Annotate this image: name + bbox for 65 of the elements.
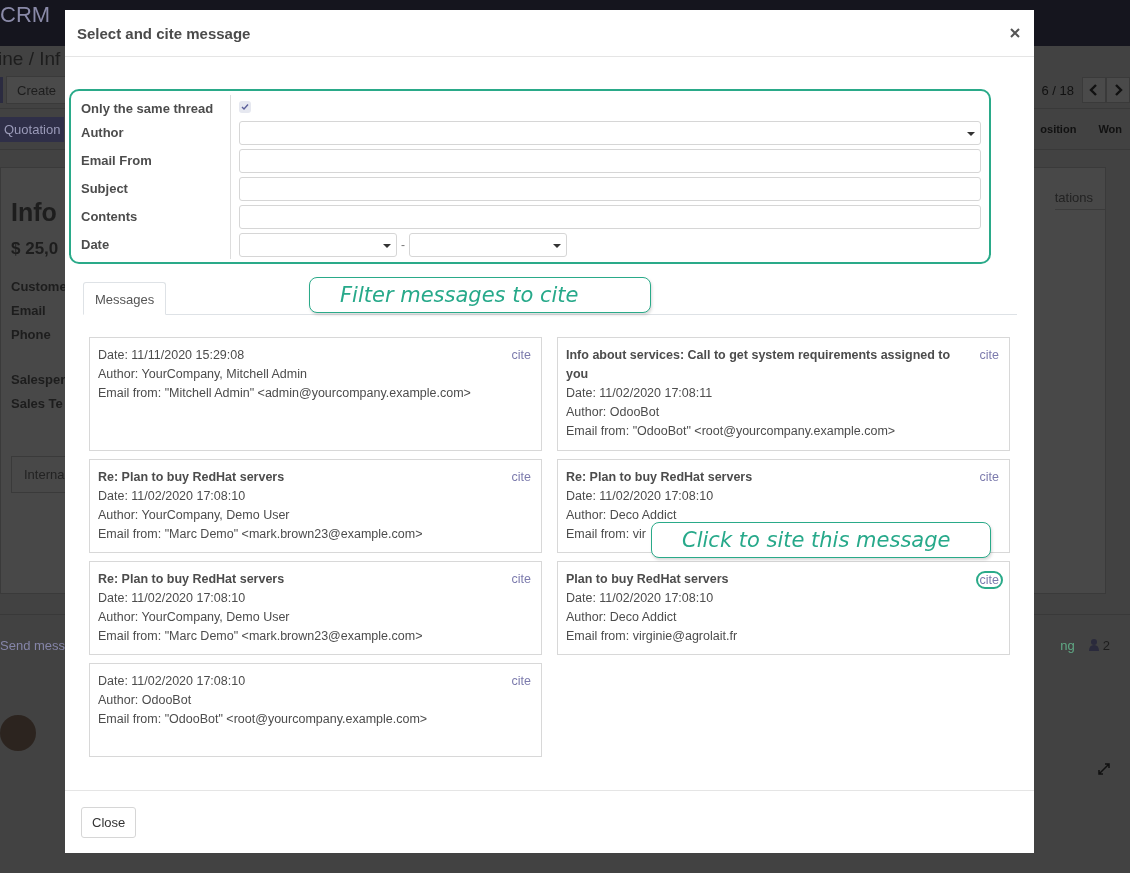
filter-label: Contents [81, 203, 231, 231]
message-email: Email from: "Marc Demo" <mark.brown23@example.com> [98, 628, 423, 645]
callout: Click to site this message [651, 522, 991, 558]
avatar-circle [0, 715, 36, 751]
message-author: Author: YourCompany, Demo User [98, 507, 290, 524]
message-email: Email from: "OdooBot" <root@yourcompany.example.com> [566, 423, 896, 440]
message-date: Date: 11/02/2020 17:08:10 [98, 590, 246, 607]
message-subject: Re: Plan to buy RedHat servers [98, 571, 286, 588]
close-button[interactable]: Close [81, 806, 137, 838]
message-date: Date: 11/02/2020 17:08:11 [566, 385, 713, 402]
input-field[interactable] [239, 205, 981, 229]
close-button[interactable] [1008, 26, 1022, 40]
message-date: Date: 11/02/2020 17:08:10 [566, 590, 714, 607]
range-separator: - [401, 238, 405, 252]
message-subject: Re: Plan to buy RedHat servers [566, 469, 753, 486]
cite-link[interactable]: cite [509, 672, 533, 691]
message-email: Email from: "OdooBot" <root@yourcompany.example.com> [98, 711, 428, 728]
message-date: Date: 11/11/2020 15:29:08 [98, 347, 245, 364]
message-date: Date: 11/02/2020 17:08:10 [98, 488, 246, 505]
checkbox[interactable] [239, 101, 251, 113]
message-author: Author: OdooBot [98, 692, 192, 709]
message-author: Author: YourCompany, Demo User [98, 609, 290, 626]
chevron-right-icon [1113, 84, 1123, 96]
filter-label: Email From [81, 147, 231, 175]
cite-link[interactable]: cite [509, 570, 533, 589]
message-author: Author: Deco Addict [566, 507, 677, 524]
message-email: Email from: vir [566, 526, 646, 543]
app-name[interactable]: CRM [0, 0, 51, 30]
callout: Filter messages to cite [309, 277, 651, 313]
person-icon [1088, 639, 1099, 651]
cite-link[interactable]: cite [509, 468, 533, 487]
close-icon [1010, 28, 1020, 38]
filter-label: Date [81, 231, 231, 259]
quotation-button[interactable]: Quotation [0, 116, 65, 142]
send-message-link[interactable]: Send mess [0, 637, 66, 653]
filter-label: Only the same thread [81, 95, 231, 119]
cite-link[interactable]: cite [977, 573, 1001, 587]
date-from-select[interactable] [239, 233, 397, 257]
messages-tab[interactable]: Messages [83, 282, 167, 315]
message-email: Email from: virginie@agrolait.fr [566, 628, 738, 645]
cite-link[interactable]: cite [977, 346, 1001, 365]
filter-label: Subject [81, 175, 231, 203]
message-author: Author: OdooBot [566, 404, 660, 421]
message-date: Date: 11/02/2020 17:08:10 [98, 673, 246, 690]
input-field[interactable] [239, 177, 981, 201]
message-subject: Re: Plan to buy RedHat servers [98, 469, 286, 486]
message-date: Date: 11/02/2020 17:08:10 [566, 488, 714, 505]
expand-icon[interactable] [1098, 763, 1110, 775]
next-button[interactable] [1106, 77, 1130, 103]
message-email: Email from: "Mitchell Admin" <admin@yourcompany.example.com> [98, 385, 471, 402]
date-to-select[interactable] [409, 233, 567, 257]
cite-link[interactable]: cite [977, 468, 1001, 487]
dialog-title: Select and cite message [77, 24, 251, 42]
input-field[interactable] [239, 149, 981, 173]
chevron-left-icon [1089, 84, 1099, 96]
message-author: Author: YourCompany, Mitchell Admin [98, 366, 307, 383]
following-link[interactable]: ng [1060, 637, 1075, 653]
message-subject: Info about services: Call to get system requirements assigned to you [566, 347, 952, 383]
filter-label: Author [81, 119, 231, 147]
previous-button[interactable] [1082, 77, 1106, 103]
author-select[interactable] [239, 121, 981, 145]
message-subject: Plan to buy RedHat servers [566, 571, 730, 588]
message-email: Email from: "Marc Demo" <mark.brown23@example.com> [98, 526, 423, 543]
message-author: Author: Deco Addict [566, 609, 677, 626]
cite-link[interactable]: cite [509, 346, 533, 365]
